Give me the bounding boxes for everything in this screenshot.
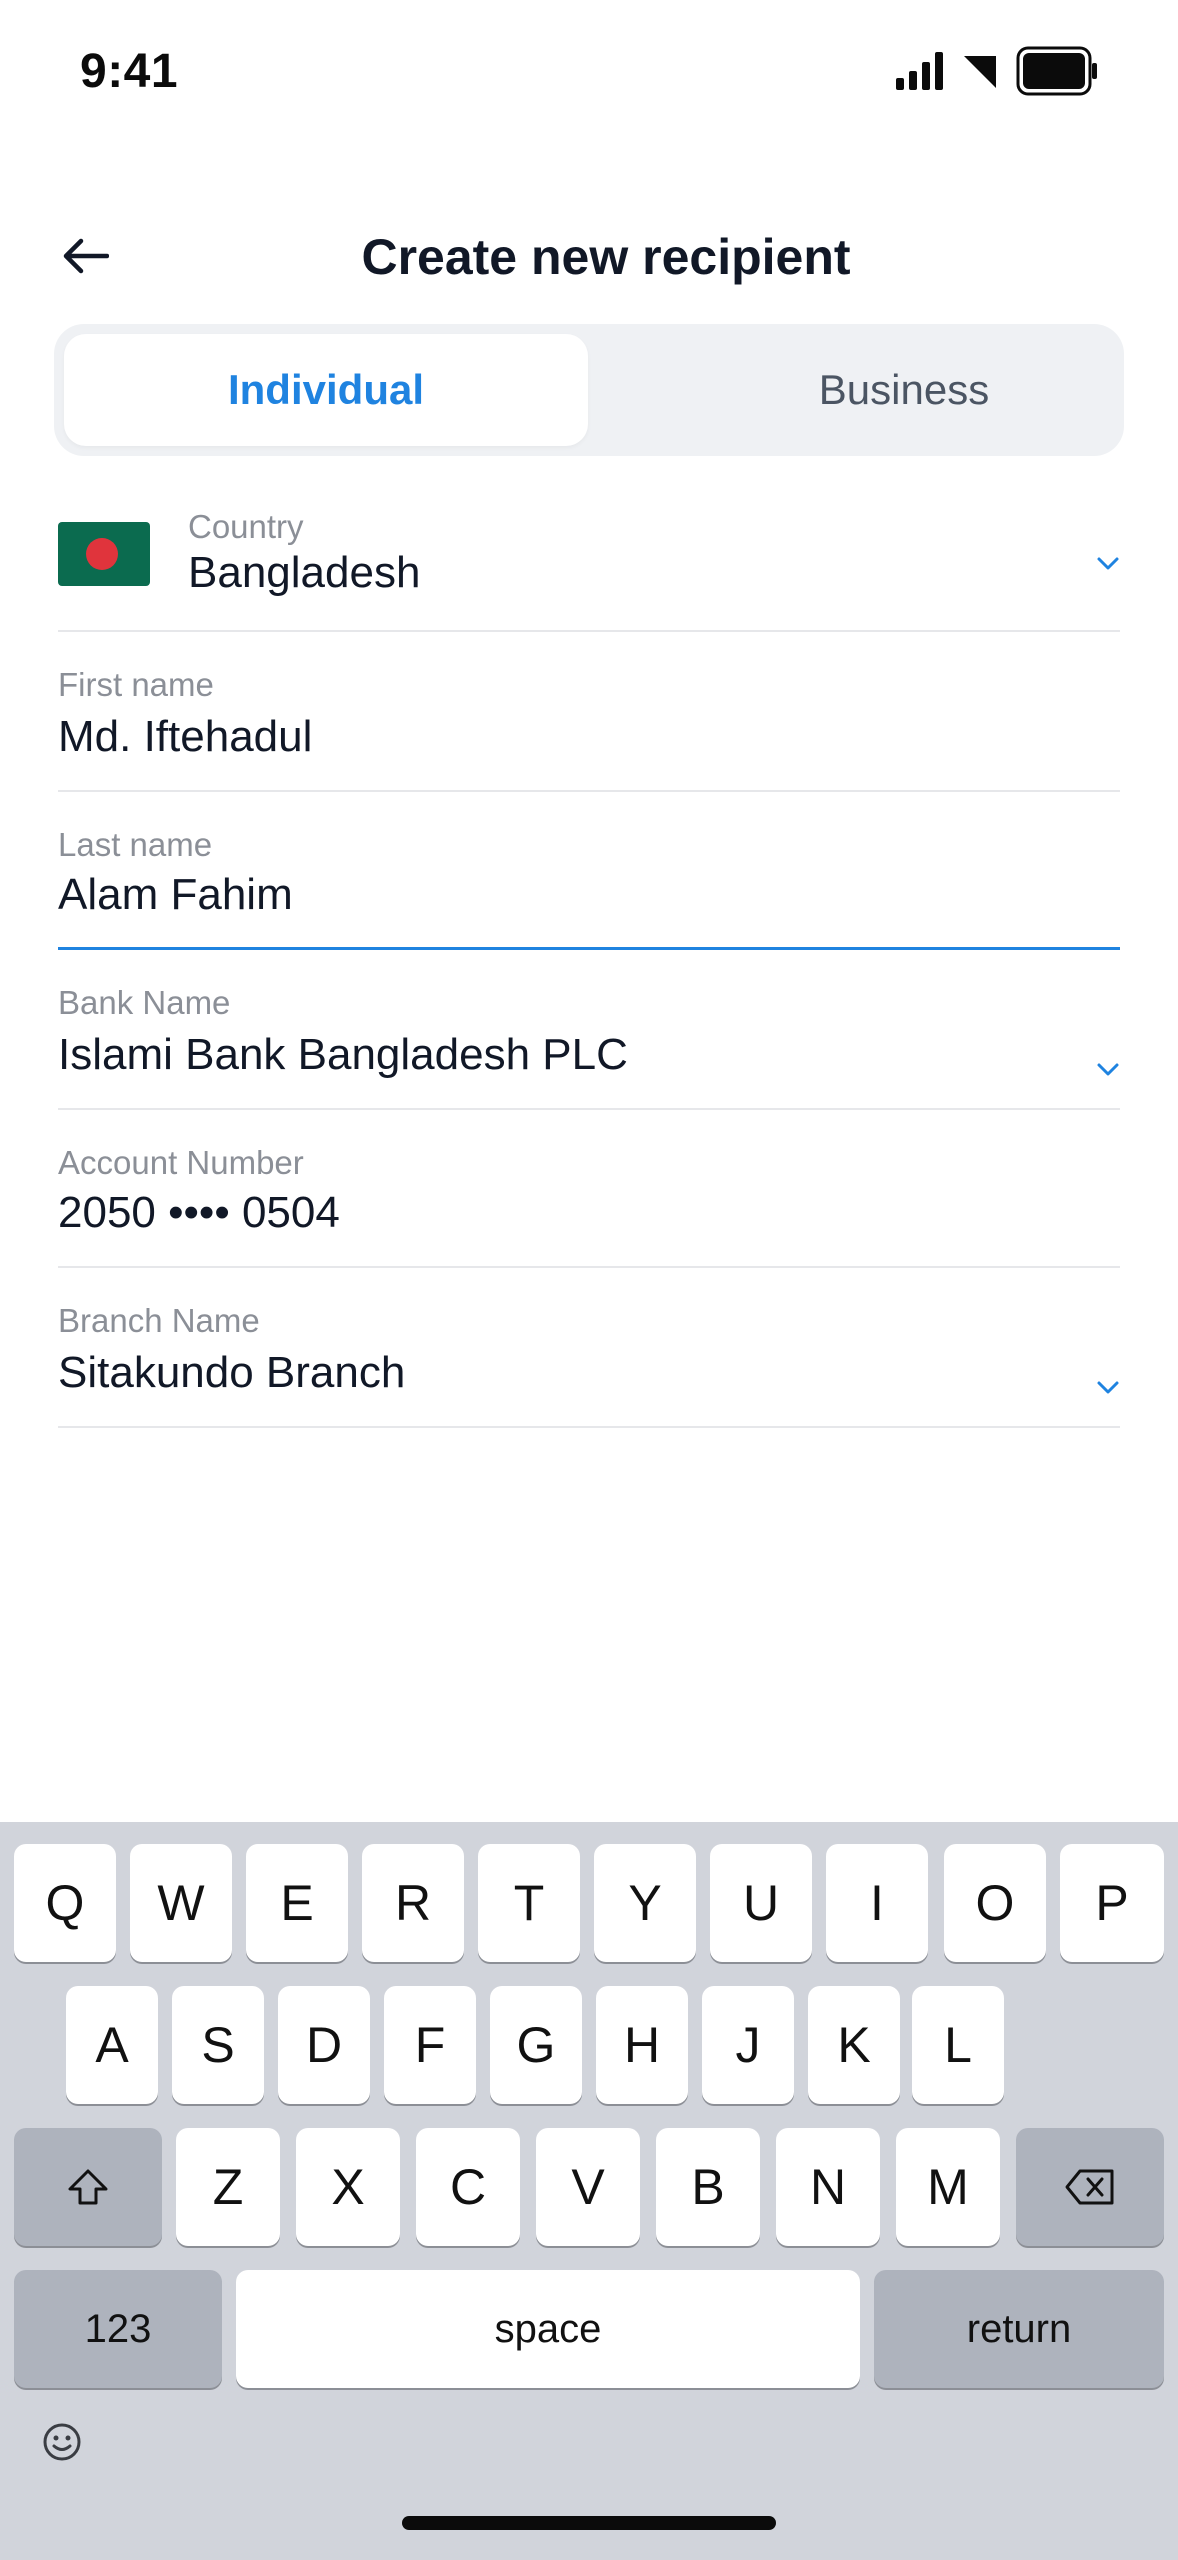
home-indicator[interactable] <box>402 2516 776 2530</box>
chevron-down-icon <box>1097 557 1119 570</box>
first-name-value: Md. Iftehadul <box>58 712 313 761</box>
bank-name-label: Bank Name <box>58 984 231 1021</box>
key-b[interactable]: B <box>656 2128 760 2246</box>
branch-name-select[interactable]: Branch Name Sitakundo Branch <box>58 1268 1120 1428</box>
space-key[interactable]: space <box>236 2270 860 2388</box>
key-k[interactable]: K <box>808 1986 900 2104</box>
branch-name-label: Branch Name <box>58 1302 260 1339</box>
key-s[interactable]: S <box>172 1986 264 2104</box>
key-a[interactable]: A <box>66 1986 158 2104</box>
key-m[interactable]: M <box>896 2128 1000 2246</box>
bank-name-select[interactable]: Bank Name Islami Bank Bangladesh PLC <box>58 950 1120 1110</box>
country-select[interactable]: Country Bangladesh <box>58 480 1120 632</box>
chevron-down-icon <box>1097 1381 1119 1394</box>
battery-icon <box>1016 46 1097 96</box>
tab-business[interactable]: Business <box>642 334 1166 446</box>
key-z[interactable]: Z <box>176 2128 280 2246</box>
emoji-icon[interactable] <box>40 2420 84 2464</box>
key-n[interactable]: N <box>776 2128 880 2246</box>
key-g[interactable]: G <box>490 1986 582 2104</box>
first-name-label: First name <box>58 666 214 703</box>
key-d[interactable]: D <box>278 1986 370 2104</box>
page-title: Create new recipient <box>361 229 851 285</box>
keyboard: Q W E R T Y U I O P A S D F G H J K L Z … <box>0 1822 1178 2560</box>
key-l[interactable]: L <box>912 1986 1004 2104</box>
status-time: 9:41 <box>80 45 179 98</box>
key-x[interactable]: X <box>296 2128 400 2246</box>
branch-name-value: Sitakundo Branch <box>58 1348 406 1397</box>
key-y[interactable]: Y <box>594 1844 696 1962</box>
delete-key[interactable] <box>1016 2128 1164 2246</box>
key-e[interactable]: E <box>246 1844 348 1962</box>
key-v[interactable]: V <box>536 2128 640 2246</box>
key-r[interactable]: R <box>362 1844 464 1962</box>
key-t[interactable]: T <box>478 1844 580 1962</box>
first-name-field[interactable]: First name Md. Iftehadul <box>58 632 1120 792</box>
country-value: Bangladesh <box>188 548 421 597</box>
key-o[interactable]: O <box>944 1844 1046 1962</box>
last-name-field[interactable]: Last name Alam Fahim <box>58 792 1120 950</box>
flag-circle <box>86 538 118 570</box>
account-number-field[interactable]: Account Number 2050 •••• 0504 <box>58 1110 1120 1268</box>
account-number-value: 2050 •••• 0504 <box>58 1188 340 1237</box>
last-name-value: Alam Fahim <box>58 870 293 919</box>
bank-name-value: Islami Bank Bangladesh PLC <box>58 1030 628 1079</box>
key-w[interactable]: W <box>130 1844 232 1962</box>
tab-individual[interactable]: Individual <box>64 334 588 446</box>
key-c[interactable]: C <box>416 2128 520 2246</box>
key-u[interactable]: U <box>710 1844 812 1962</box>
header: Create new recipient <box>0 210 1178 300</box>
cellular-signal-icon <box>896 52 943 90</box>
chevron-down-icon <box>1097 1063 1119 1076</box>
key-f[interactable]: F <box>384 1986 476 2104</box>
key-h[interactable]: H <box>596 1986 688 2104</box>
shift-key[interactable] <box>14 2128 162 2246</box>
return-key[interactable]: return <box>874 2270 1164 2388</box>
bangladesh-flag-icon <box>58 522 150 586</box>
status-bar: 9:41 <box>0 0 1178 150</box>
wifi-icon <box>964 56 996 88</box>
account-number-label: Account Number <box>58 1144 304 1181</box>
backspace-icon <box>1065 2169 1114 2205</box>
key-q[interactable]: Q <box>14 1844 116 1962</box>
last-name-label: Last name <box>58 826 213 863</box>
country-label: Country <box>188 508 304 545</box>
shift-icon <box>68 2169 108 2205</box>
recipient-type-toggle: Individual Business <box>54 324 1124 456</box>
numbers-key[interactable]: 123 <box>14 2270 222 2388</box>
key-p[interactable]: P <box>1060 1844 1164 1962</box>
key-i[interactable]: I <box>826 1844 928 1962</box>
key-j[interactable]: J <box>702 1986 794 2104</box>
